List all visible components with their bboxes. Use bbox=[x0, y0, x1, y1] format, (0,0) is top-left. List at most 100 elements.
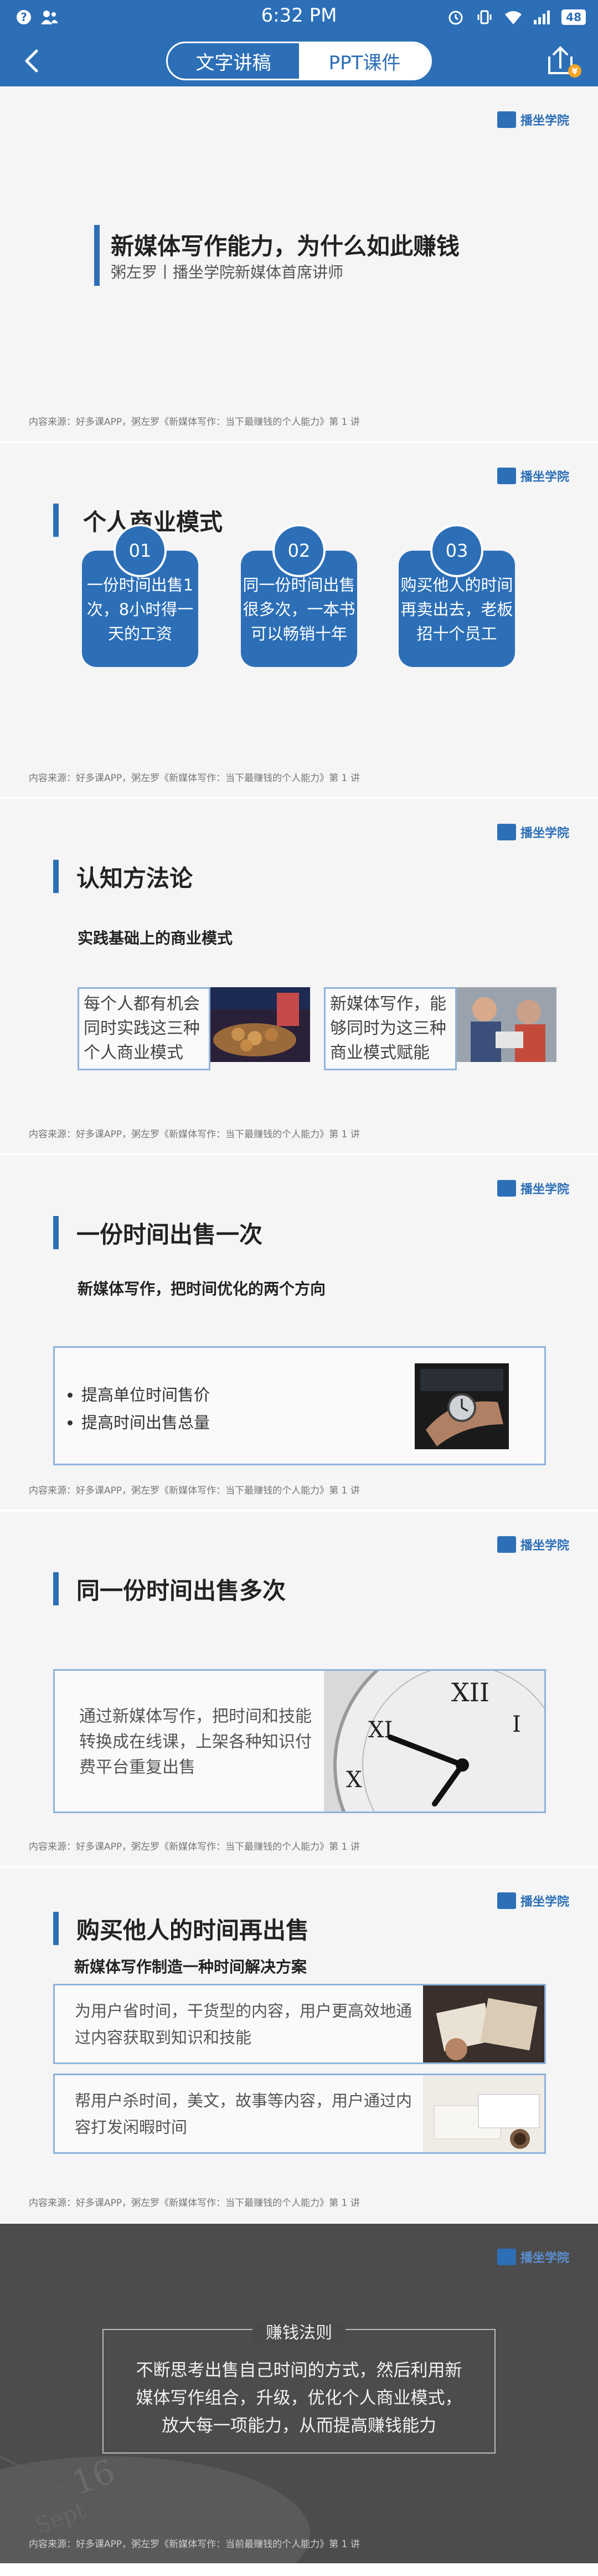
source-note: 内容来源：好多课APP，粥左罗《新媒体写作：当下最赚钱的个人能力》第 1 讲 bbox=[29, 1841, 360, 1853]
logo-text: 播坐学院 bbox=[520, 470, 569, 484]
source-note: 内容来源：好多课APP，粥左罗《新媒体写作：当下最赚钱的个人能力》第 1 讲 bbox=[29, 2198, 360, 2209]
logo: 播坐学院 bbox=[497, 111, 569, 129]
slide-subheading: 新媒体写作制造一种时间解决方案 bbox=[74, 1958, 307, 1976]
back-button[interactable] bbox=[18, 45, 49, 76]
people-photo bbox=[457, 987, 556, 1062]
logo-text: 播坐学院 bbox=[520, 1183, 569, 1197]
svg-text:X: X bbox=[346, 1767, 362, 1793]
method-box: 每个人都有机会同时实践这三种个人商业模式 bbox=[78, 987, 310, 1070]
chevron-left-icon bbox=[25, 49, 38, 73]
logo: 播坐学院 bbox=[497, 467, 569, 485]
content-frame: 通过新媒体写作，把时间和技能转换成在线课，上架各种知识付费平台重复出售 XII … bbox=[53, 1669, 546, 1813]
vibrate-icon bbox=[475, 8, 494, 27]
model-card: 01 一份时间出售1次，8小时得一天的工资 bbox=[82, 524, 198, 667]
model-card: 02 同一份时间出售很多次，一本书可以畅销十年 bbox=[241, 524, 357, 667]
solution-row: 为用户省时间，干货型的内容，用户更高效地通过内容获取到知识和技能 bbox=[53, 1984, 546, 2064]
solution-text: 为用户省时间，干货型的内容，用户更高效地通过内容获取到知识和技能 bbox=[75, 2002, 413, 2047]
logo: 播坐学院 bbox=[497, 1536, 569, 1553]
card-number: 03 bbox=[430, 524, 483, 577]
method-text: 每个人都有机会同时实践这三种个人商业模式 bbox=[78, 987, 210, 1070]
slide-heading: 同一份时间出售多次 bbox=[76, 1577, 286, 1604]
solution-row: 帮用户杀时间，美文，故事等内容，用户通过内容打发闲暇时间 bbox=[53, 2074, 546, 2154]
method-box: 新媒体写作，能够同时为这三种商业模式赋能 bbox=[324, 987, 556, 1070]
source-note: 内容来源：好多课APP，粥左罗《新媒体写作：当下最赚钱的个人能力》第 1 讲 bbox=[29, 1129, 360, 1140]
rule-title-wrap: 赚钱法则 bbox=[0, 2319, 598, 2343]
body-text: 通过新媒体写作，把时间和技能转换成在线课，上架各种知识付费平台重复出售 bbox=[79, 1707, 312, 1777]
slide-sell-many: 播坐学院 同一份时间出售多次 通过新媒体写作，把时间和技能转换成在线课，上架各种… bbox=[0, 1511, 598, 1867]
battery-icon: 48 bbox=[561, 9, 586, 25]
wifi-icon bbox=[504, 8, 523, 27]
source-note: 内容来源：好多课APP，粥左罗《新媒体写作：当下最赚钱的个人能力》第 1 讲 bbox=[29, 773, 360, 784]
share-icon: ¥ bbox=[548, 46, 581, 78]
slide-heading: 购买他人的时间再出售 bbox=[76, 1917, 310, 1944]
source-note: 内容来源：好多课APP，粥左罗《新媒体写作：当前最赚钱的个人能力》第 1 讲 bbox=[29, 2539, 360, 2550]
slide-title: 新媒体写作能力，为什么如此赚钱 bbox=[111, 233, 460, 260]
title-bar: 文字讲稿 PPT课件 ¥ bbox=[0, 35, 598, 86]
slide-heading: 认知方法论 bbox=[76, 865, 193, 892]
card-number: 02 bbox=[272, 524, 326, 577]
logo-icon bbox=[497, 1536, 516, 1553]
svg-text:I: I bbox=[512, 1712, 521, 1737]
card-text: 一份时间出售1次，8小时得一天的工资 bbox=[86, 576, 194, 643]
bullet-item: 提高时间出售总量 bbox=[81, 1409, 210, 1436]
card-text: 购买他人的时间再卖出去，老板招十个员工 bbox=[400, 576, 513, 643]
logo-icon bbox=[497, 111, 516, 128]
rule-body: 不断思考出售自己时间的方式，然后利用新媒体写作组合，升级，优化个人商业模式，放大… bbox=[136, 2361, 462, 2436]
books-photo bbox=[423, 2075, 544, 2152]
status-bar: ? 6:32 PM 48 bbox=[0, 0, 598, 35]
tab-switcher: 文字讲稿 PPT课件 bbox=[166, 42, 432, 80]
rule-title: 赚钱法则 bbox=[252, 2323, 346, 2343]
model-card: 03 购买他人的时间再卖出去，老板招十个员工 bbox=[399, 524, 515, 667]
accent-bar bbox=[94, 225, 100, 286]
slide-business-model: 播坐学院 个人商业模式 01 一份时间出售1次，8小时得一天的工资 02 同一份… bbox=[0, 443, 598, 799]
slide-money-rule: 16 Sept 播坐学院 赚钱法则 不断思考出售自己时间的方式，然后利用新媒体写… bbox=[0, 2224, 598, 2563]
accent-bar bbox=[53, 1912, 59, 1945]
logo-icon bbox=[497, 2249, 516, 2265]
tab-transcript[interactable]: 文字讲稿 bbox=[168, 43, 299, 79]
slide-buy-time: 播坐学院 购买他人的时间再出售 新媒体写作制造一种时间解决方案 为用户省时间，干… bbox=[0, 1867, 598, 2224]
logo-icon bbox=[497, 1180, 516, 1197]
watch-photo bbox=[415, 1363, 509, 1449]
logo-icon bbox=[497, 824, 516, 840]
tab-ppt[interactable]: PPT课件 bbox=[299, 43, 430, 79]
slide-sell-once: 播坐学院 一份时间出售一次 新媒体写作，把时间优化的两个方向 提高单位时间售价 … bbox=[0, 1155, 598, 1511]
source-note: 内容来源：好多课APP，粥左罗《新媒体写作：当下最赚钱的个人能力》第 1 讲 bbox=[29, 417, 360, 428]
reading-photo bbox=[423, 1985, 544, 2062]
content-frame: 提高单位时间售价 提高时间出售总量 bbox=[53, 1346, 546, 1465]
logo: 播坐学院 bbox=[497, 2248, 569, 2266]
slides-list: 播坐学院 新媒体写作能力，为什么如此赚钱 粥左罗丨播坐学院新媒体首席讲师 内容来… bbox=[0, 86, 598, 2563]
solution-text: 帮用户杀时间，美文，故事等内容，用户通过内容打发闲暇时间 bbox=[75, 2091, 413, 2137]
slide-heading: 一份时间出售一次 bbox=[76, 1221, 263, 1248]
card-text: 同一份时间出售很多次，一本书可以畅销十年 bbox=[243, 576, 355, 643]
slide-subheading: 实践基础上的商业模式 bbox=[78, 929, 233, 947]
accent-bar bbox=[53, 1216, 59, 1249]
bullet-item: 提高单位时间售价 bbox=[81, 1381, 210, 1409]
logo: 播坐学院 bbox=[497, 1892, 569, 1910]
logo-text: 播坐学院 bbox=[520, 827, 569, 840]
method-text: 新媒体写作，能够同时为这三种商业模式赋能 bbox=[324, 987, 457, 1070]
logo: 播坐学院 bbox=[497, 1179, 569, 1197]
svg-text:XII: XII bbox=[451, 1677, 489, 1707]
logo-text: 播坐学院 bbox=[520, 2251, 569, 2265]
slide-subheading: 新媒体写作，把时间优化的两个方向 bbox=[78, 1280, 326, 1298]
slide-cover: 播坐学院 新媒体写作能力，为什么如此赚钱 粥左罗丨播坐学院新媒体首席讲师 内容来… bbox=[0, 86, 598, 443]
clock-photo: XII I XI X bbox=[324, 1671, 544, 1812]
signal-icon bbox=[533, 8, 551, 27]
logo-text: 播坐学院 bbox=[520, 114, 569, 128]
alarm-icon bbox=[446, 8, 465, 27]
slide-methodology: 播坐学院 认知方法论 实践基础上的商业模式 每个人都有机会同时实践这三种个人商业… bbox=[0, 799, 598, 1155]
accent-bar bbox=[53, 1572, 59, 1605]
logo-text: 播坐学院 bbox=[520, 1895, 569, 1909]
accent-bar bbox=[53, 504, 59, 537]
source-note: 内容来源：好多课APP，粥左罗《新媒体写作：当下最赚钱的个人能力》第 1 讲 bbox=[29, 1485, 360, 1496]
food-photo bbox=[210, 987, 310, 1062]
slide-subtitle: 粥左罗丨播坐学院新媒体首席讲师 bbox=[111, 263, 344, 281]
logo-text: 播坐学院 bbox=[520, 1539, 569, 1553]
share-button[interactable]: ¥ bbox=[543, 43, 584, 80]
logo-icon bbox=[497, 1892, 516, 1909]
logo: 播坐学院 bbox=[497, 823, 569, 841]
svg-text:¥: ¥ bbox=[571, 66, 578, 76]
accent-bar bbox=[53, 860, 59, 893]
card-number: 01 bbox=[114, 524, 167, 577]
logo-icon bbox=[497, 468, 516, 484]
